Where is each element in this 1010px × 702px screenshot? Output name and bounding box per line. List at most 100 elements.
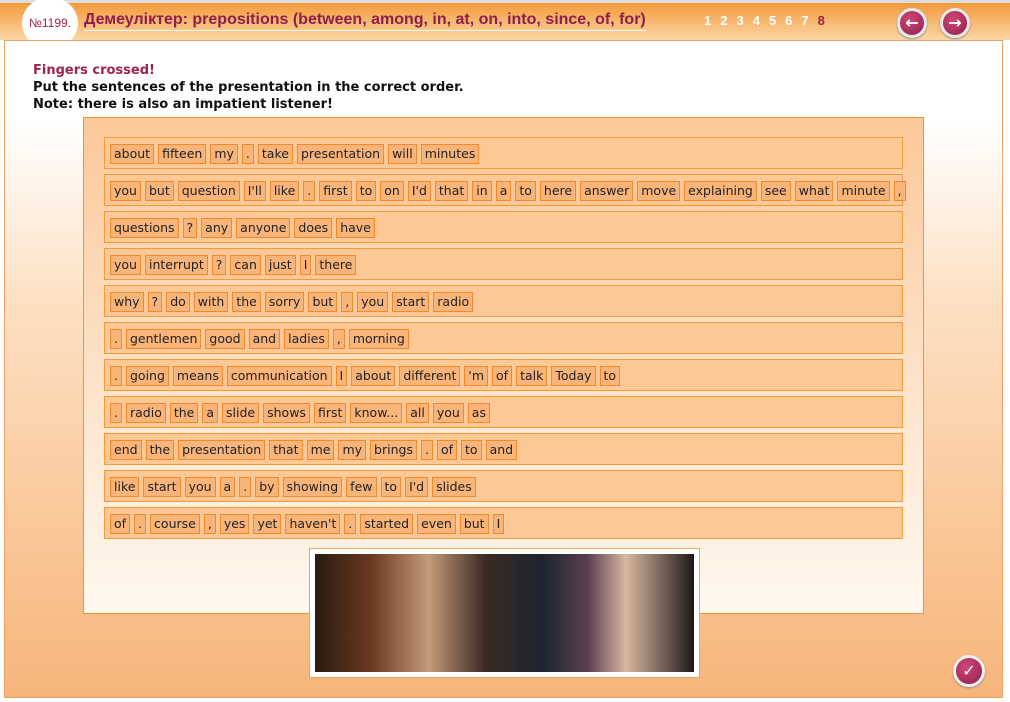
word-tile[interactable]: showing <box>282 477 343 497</box>
word-tile[interactable]: a <box>495 181 512 201</box>
word-tile[interactable]: the <box>169 403 199 423</box>
word-tile[interactable]: brings <box>370 440 417 460</box>
word-tile[interactable]: you <box>432 403 464 423</box>
word-tile[interactable]: to <box>599 366 621 386</box>
word-tile[interactable]: means <box>172 366 223 386</box>
word-tile[interactable]: the <box>232 292 261 312</box>
word-tile[interactable]: like <box>110 477 140 497</box>
word-tile[interactable]: there <box>315 255 357 275</box>
word-tile[interactable]: can <box>230 255 261 275</box>
sentence-row[interactable]: end the presentation that me my brings. of to and <box>104 433 903 465</box>
page-link-7[interactable]: 7 <box>801 13 808 28</box>
word-tile[interactable]: and <box>248 329 281 349</box>
word-tile[interactable]: fifteen <box>158 144 207 164</box>
word-tile[interactable]: have <box>336 218 375 238</box>
word-tile[interactable]: in <box>472 181 492 201</box>
word-tile[interactable]: ? <box>182 218 198 238</box>
word-tile[interactable]: by <box>255 477 279 497</box>
word-tile[interactable]: that <box>269 440 303 460</box>
word-tile[interactable]: . <box>344 514 357 534</box>
word-tile[interactable]: I'll <box>243 181 266 201</box>
word-tile[interactable]: a <box>219 477 236 497</box>
word-tile[interactable]: questions <box>110 218 179 238</box>
word-tile[interactable]: of <box>492 366 513 386</box>
word-tile[interactable]: to <box>461 440 482 460</box>
word-tile[interactable]: me <box>306 440 335 460</box>
word-tile[interactable]: why <box>110 292 144 312</box>
word-tile[interactable]: about <box>110 144 155 164</box>
word-tile[interactable]: . <box>239 477 252 497</box>
word-tile[interactable]: you <box>110 181 141 201</box>
word-tile[interactable]: my <box>338 440 367 460</box>
word-tile[interactable]: course <box>150 514 200 534</box>
checkmark-icon[interactable]: ✓ <box>953 655 985 687</box>
word-tile[interactable]: ladies <box>284 329 329 349</box>
word-tile[interactable]: do <box>166 292 190 312</box>
word-tile[interactable]: first <box>313 403 347 423</box>
sentence-row[interactable]: you interrupt? can just Ithere <box>104 248 903 280</box>
page-link-6[interactable]: 6 <box>785 13 792 28</box>
word-tile[interactable]: , <box>332 329 345 349</box>
word-tile[interactable]: first <box>319 181 352 201</box>
word-tile[interactable]: communication <box>226 366 332 386</box>
sentence-row[interactable]: you but question I'll like. first to on I'd that i… <box>104 174 906 206</box>
word-tile[interactable]: . <box>420 440 433 460</box>
word-tile[interactable]: you <box>110 255 141 275</box>
page-link-2[interactable]: 2 <box>720 13 727 28</box>
page-link-5[interactable]: 5 <box>769 13 776 28</box>
word-tile[interactable]: . <box>110 403 122 423</box>
word-tile[interactable]: . <box>134 514 147 534</box>
word-tile[interactable]: shows <box>263 403 310 423</box>
word-tile[interactable]: going <box>125 366 169 386</box>
word-tile[interactable]: . <box>110 329 122 349</box>
sentence-row[interactable]: . radio the a slide shows first know... all you as <box>104 396 903 428</box>
word-tile[interactable]: , <box>203 514 216 534</box>
word-tile[interactable]: to <box>355 181 377 201</box>
word-tile[interactable]: gentlemen <box>125 329 202 349</box>
word-tile[interactable]: what <box>794 181 834 201</box>
word-tile[interactable]: I <box>492 514 505 534</box>
word-tile[interactable]: to <box>380 477 402 497</box>
word-tile[interactable]: that <box>434 181 469 201</box>
word-tile[interactable]: even <box>417 514 456 534</box>
word-tile[interactable]: morning <box>348 329 409 349</box>
sentence-row[interactable]: . going means communication Iabout different '… <box>104 359 903 391</box>
word-tile[interactable]: take <box>257 144 293 164</box>
word-tile[interactable]: but <box>459 514 489 534</box>
word-tile[interactable]: start <box>392 292 430 312</box>
sentence-row[interactable]: why? do with the sorry but, you start radio <box>104 285 903 317</box>
word-tile[interactable]: you <box>184 477 216 497</box>
word-tile[interactable]: with <box>193 292 229 312</box>
word-tile[interactable]: yes <box>219 514 250 534</box>
word-tile[interactable]: haven't <box>285 514 341 534</box>
word-tile[interactable]: ? <box>147 292 163 312</box>
word-tile[interactable]: slides <box>432 477 476 497</box>
word-tile[interactable]: does <box>294 218 333 238</box>
word-tile[interactable]: started <box>360 514 414 534</box>
word-tile[interactable]: . <box>110 366 122 386</box>
word-tile[interactable]: of <box>110 514 131 534</box>
word-tile[interactable]: of <box>436 440 458 460</box>
word-tile[interactable]: radio <box>125 403 166 423</box>
word-tile[interactable]: just <box>264 255 296 275</box>
word-tile[interactable]: yet <box>253 514 282 534</box>
word-tile[interactable]: but <box>308 292 338 312</box>
word-tile[interactable]: on <box>380 181 404 201</box>
page-link-1[interactable]: 1 <box>704 13 711 28</box>
word-tile[interactable]: minute <box>837 181 890 201</box>
word-tile[interactable]: Today <box>551 366 596 386</box>
word-tile[interactable]: , <box>893 181 906 201</box>
sentence-row[interactable]: like start you a. by showing few to I'd slides <box>104 470 903 502</box>
word-tile[interactable]: few <box>346 477 377 497</box>
arrow-left-icon[interactable]: ← <box>897 8 927 38</box>
sentence-row[interactable]: . gentlemen good and ladies, morning <box>104 322 903 354</box>
word-tile[interactable]: explaining <box>684 181 757 201</box>
word-tile[interactable]: . <box>241 144 254 164</box>
word-tile[interactable]: here <box>539 181 577 201</box>
word-tile[interactable]: 'm <box>464 366 489 386</box>
word-tile[interactable]: anyone <box>236 218 291 238</box>
word-tile[interactable]: all <box>406 403 429 423</box>
word-tile[interactable]: . <box>303 181 316 201</box>
word-tile[interactable]: I <box>335 366 348 386</box>
word-tile[interactable]: the <box>145 440 175 460</box>
